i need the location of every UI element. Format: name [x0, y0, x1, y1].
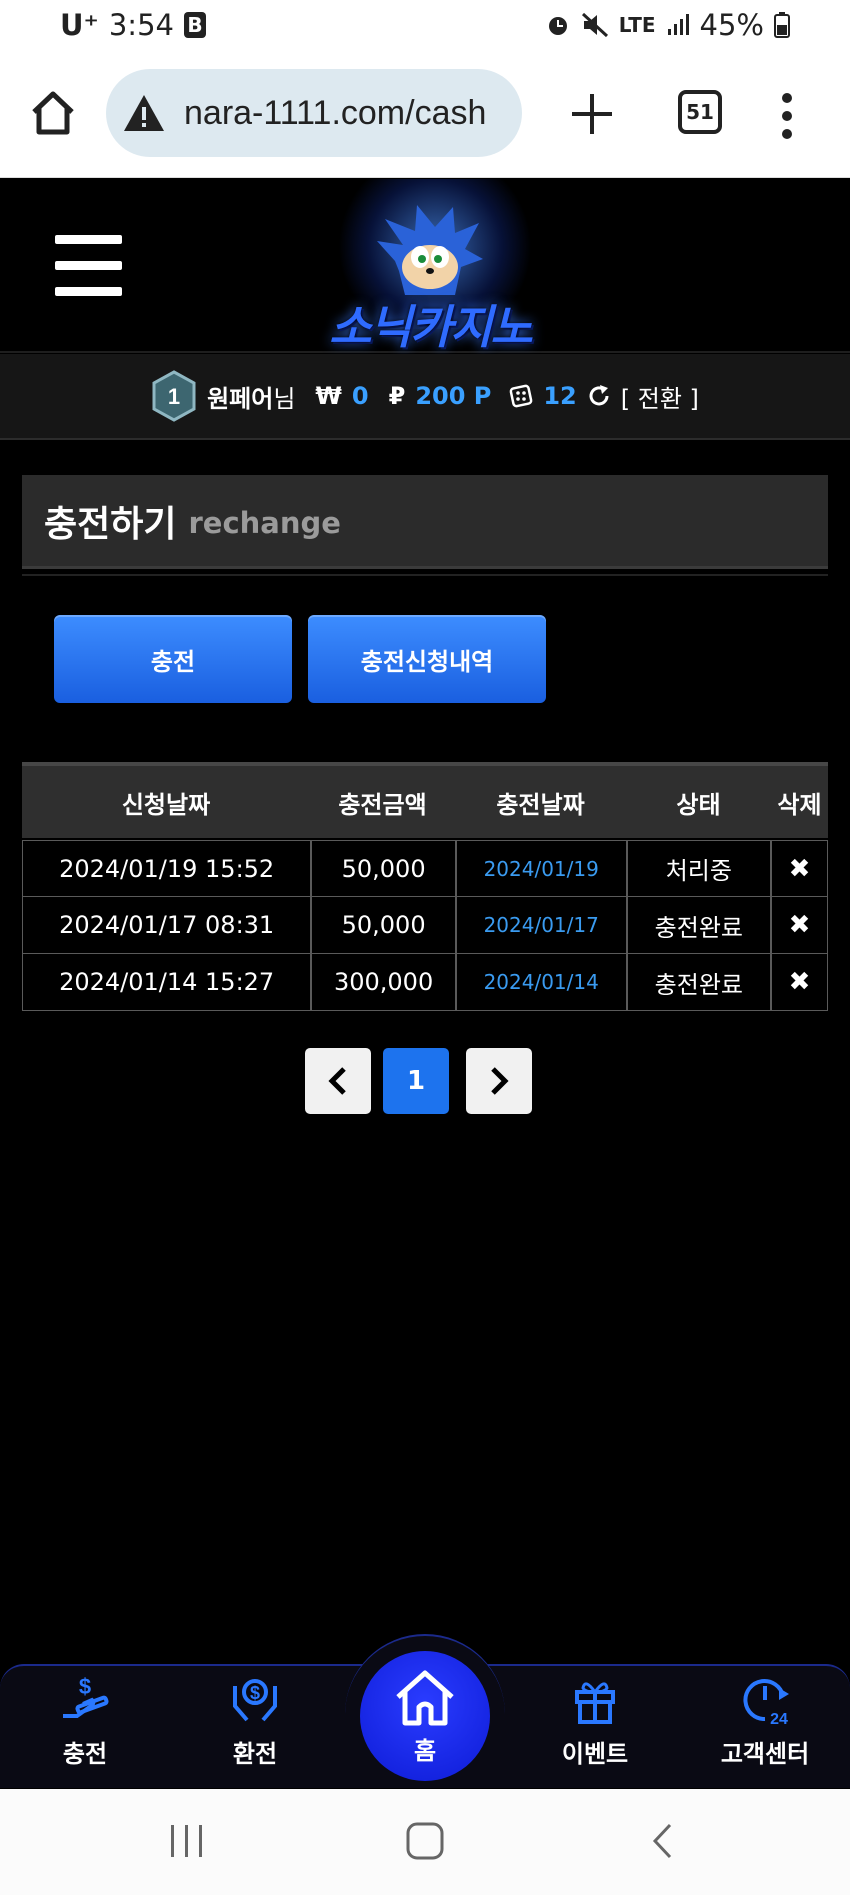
- point-icon: ₽: [388, 382, 406, 410]
- request-date-cell: 2024/01/17 08:31: [59, 911, 275, 939]
- url-text[interactable]: nara-1111.com/cash: [184, 94, 486, 133]
- table-row: 2024/01/14 15:27 300,000 2024/01/14 충전완료…: [22, 954, 828, 1011]
- column-header: 충전날짜: [496, 790, 585, 819]
- points-value: 200 P: [415, 382, 492, 410]
- chevron-right-icon: [491, 1067, 509, 1095]
- coupon-icon: [509, 384, 533, 408]
- nav-home[interactable]: 홈: [360, 1651, 490, 1781]
- pagination: 1: [0, 1048, 850, 1114]
- back-icon[interactable]: [650, 1821, 676, 1861]
- logo-text: 소닉카지노: [329, 300, 533, 354]
- charge-button[interactable]: 충전: [54, 615, 292, 703]
- username: 원페어님: [207, 384, 296, 413]
- nav-event[interactable]: 이벤트: [535, 1672, 655, 1769]
- column-header: 상태: [676, 790, 721, 819]
- network-type: LTE: [618, 13, 656, 37]
- home-nav-icon[interactable]: [405, 1821, 445, 1861]
- app-notification-icon: B: [183, 12, 206, 38]
- level-badge-icon: 1: [152, 370, 196, 422]
- warning-icon[interactable]: [122, 93, 166, 133]
- status-cell: 충전완료: [625, 897, 771, 953]
- page-number-button[interactable]: 1: [383, 1048, 449, 1114]
- delete-icon[interactable]: ✖: [770, 841, 827, 896]
- exchange-icon: $: [233, 1679, 277, 1722]
- column-header: 충전금액: [338, 790, 427, 819]
- site-logo[interactable]: 소닉카지노: [300, 179, 560, 354]
- delete-icon[interactable]: ✖: [770, 897, 827, 953]
- charge-date-cell: 2024/01/14: [454, 954, 626, 1010]
- battery-percent: 45%: [699, 8, 764, 42]
- column-header: 신청날짜: [121, 790, 211, 819]
- tab-switcher-button[interactable]: 51: [678, 90, 722, 134]
- clock: 3:54: [108, 8, 174, 42]
- system-navigation-bar: [0, 1789, 850, 1895]
- carrier-label: U⁺: [60, 8, 99, 42]
- nav-charge[interactable]: $ 충전: [25, 1672, 145, 1769]
- status-cell: 처리중: [625, 841, 771, 896]
- svg-text:$: $: [250, 1683, 260, 1703]
- table-header: 신청날짜 충전금액 충전날짜 상태 삭제: [22, 762, 828, 838]
- page-title-box: 충전하기 rechange: [22, 475, 828, 569]
- delete-icon[interactable]: ✖: [770, 954, 827, 1010]
- table-row: 2024/01/17 08:31 50,000 2024/01/17 충전완료 …: [22, 897, 828, 954]
- column-header: 삭제: [777, 790, 822, 819]
- charge-date-cell: 2024/01/19: [454, 841, 626, 896]
- svg-text:1: 1: [168, 384, 180, 409]
- battery-icon: [774, 12, 790, 38]
- svg-text:$: $: [79, 1674, 91, 1699]
- hamburger-menu-icon[interactable]: [55, 235, 122, 296]
- browser-toolbar: nara-1111.com/cash 51: [0, 52, 850, 178]
- charge-history-table: 신청날짜 충전금액 충전날짜 상태 삭제 2024/01/19 15:52 50…: [22, 762, 828, 1011]
- won-icon: ₩: [315, 382, 342, 410]
- status-bar: U⁺ 3:54 B LTE 45%: [0, 0, 850, 52]
- switch-button[interactable]: [ 전환 ]: [621, 379, 699, 414]
- status-cell: 충전완료: [625, 954, 771, 1010]
- chevron-left-icon: [328, 1067, 346, 1095]
- page-title: 충전하기: [44, 503, 177, 545]
- recent-apps-icon[interactable]: [168, 1821, 206, 1861]
- mute-icon: [581, 12, 608, 38]
- alarm-icon: [548, 17, 567, 35]
- amount-cell: 50,000: [310, 897, 455, 953]
- home-icon: [396, 1670, 454, 1725]
- site-header: 소닉카지노: [0, 179, 850, 354]
- gift-icon: [575, 1682, 615, 1724]
- support-24-icon: 24: [743, 1679, 789, 1728]
- new-tab-icon[interactable]: [566, 88, 618, 140]
- amount-cell: 300,000: [310, 954, 455, 1010]
- next-page-button[interactable]: [466, 1048, 532, 1114]
- request-date-cell: 2024/01/19 15:52: [59, 854, 275, 883]
- browser-home-icon[interactable]: [28, 88, 78, 138]
- page-subtitle: rechange: [188, 505, 341, 540]
- nav-exchange[interactable]: $ 환전: [195, 1672, 315, 1769]
- charge-date-cell: 2024/01/17: [454, 897, 626, 953]
- balance-value: 0: [351, 382, 369, 410]
- more-menu-icon[interactable]: [776, 90, 798, 142]
- table-row: 2024/01/19 15:52 50,000 2024/01/19 처리중 ✖: [22, 840, 828, 897]
- coupon-count: 12: [543, 382, 577, 410]
- signal-icon: [667, 14, 689, 35]
- address-bar[interactable]: nara-1111.com/cash: [106, 69, 522, 157]
- request-date-cell: 2024/01/14 15:27: [59, 968, 275, 996]
- refresh-icon[interactable]: [587, 384, 611, 408]
- charge-history-button[interactable]: 충전신청내역: [308, 615, 546, 703]
- nav-support[interactable]: 24 고객센터: [705, 1672, 825, 1769]
- prev-page-button[interactable]: [305, 1048, 371, 1114]
- user-info-bar: 1 원페어님 ₩ 0 ₽ 200 P 12 [ 전환 ]: [0, 354, 850, 440]
- svg-text:24: 24: [770, 1711, 788, 1728]
- divider: [22, 574, 828, 576]
- deposit-icon: $: [63, 1674, 109, 1718]
- amount-cell: 50,000: [310, 841, 455, 896]
